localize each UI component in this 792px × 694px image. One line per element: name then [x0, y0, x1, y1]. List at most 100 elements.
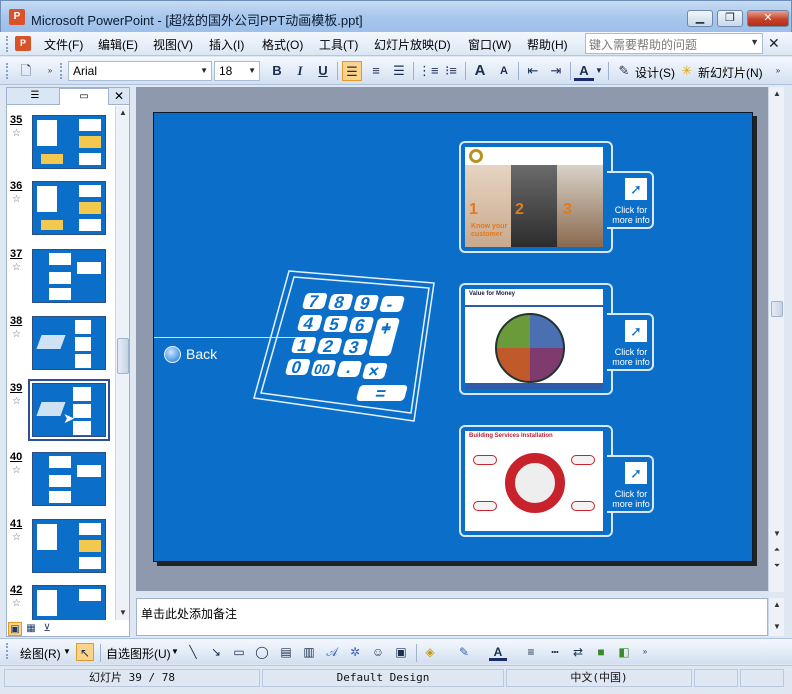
toolbar-grip[interactable] [6, 63, 9, 79]
tab-outline[interactable]: ☰ [11, 88, 59, 105]
toolbar-grip-2[interactable] [60, 63, 63, 79]
thumbnail-scrollbar[interactable]: ▲ ▼ [115, 106, 129, 620]
vertical-textbox-icon[interactable]: ▥ [300, 643, 318, 661]
align-right-button[interactable]: ☰ [389, 61, 409, 81]
new-slide-icon[interactable]: ✳ [677, 61, 697, 81]
bold-button[interactable]: B [267, 61, 287, 81]
menu-file[interactable]: 文件(F) [44, 36, 83, 53]
help-search-input[interactable]: 键入需要帮助的问题 ▼ [585, 33, 763, 54]
textbox-icon[interactable]: ▤ [277, 643, 295, 661]
info-card-value[interactable]: Value for Money ➚ Click for more info [459, 283, 654, 395]
toolbar-options-icon[interactable]: » [772, 61, 784, 81]
shrink-font-button[interactable]: A [494, 61, 514, 81]
scroll-up-icon[interactable]: ▲ [769, 87, 785, 101]
line-style-icon[interactable]: ≡ [522, 643, 540, 661]
draw-menu-button[interactable]: 绘图(R) [20, 645, 61, 662]
slideshow-view-icon[interactable]: ⊻ [40, 622, 54, 636]
oval-icon[interactable]: ◯ [253, 643, 271, 661]
next-slide-icon[interactable]: ⏷ [769, 559, 785, 573]
slide-thumbnail[interactable]: 38 ☆ [7, 313, 115, 373]
slide-thumbnail[interactable]: 41 ☆ [7, 516, 115, 576]
document-icon[interactable]: P [15, 36, 31, 51]
menu-window[interactable]: 窗口(W) [468, 36, 511, 53]
toolbar-options-icon[interactable]: » [44, 61, 56, 81]
notes-scrollbar[interactable]: ▲ ▼ [768, 598, 784, 636]
scroll-down-icon[interactable]: ▼ [769, 620, 785, 634]
click-for-more-tab[interactable]: ➚ Click for more info [607, 313, 654, 371]
slide-scrollbar[interactable]: ▲ ▼ ⏶ ⏷ [768, 87, 784, 592]
powerpoint-app-icon[interactable]: P [9, 9, 25, 25]
fill-color-icon[interactable]: ◈ [421, 643, 439, 661]
menu-format[interactable]: 格式(O) [262, 36, 303, 53]
slide-thumbnail[interactable]: 35 ☆ [7, 112, 115, 172]
italic-button[interactable]: I [290, 61, 310, 81]
font-color-icon[interactable]: A [489, 643, 507, 661]
underline-button[interactable]: U [313, 61, 333, 81]
align-center-button[interactable]: ≡ [366, 61, 386, 81]
clipart-icon[interactable]: ☺ [369, 643, 387, 661]
tab-slides[interactable]: ▭ [59, 88, 109, 105]
previous-slide-icon[interactable]: ⏶ [769, 543, 785, 557]
numbering-icon[interactable]: ⋮≡ [418, 61, 439, 81]
slide-thumbnail[interactable]: 40 ☆ [7, 449, 115, 509]
slide-sorter-view-icon[interactable]: ▦ [24, 622, 38, 636]
back-button[interactable]: Back [164, 344, 217, 364]
menu-view[interactable]: 视图(V) [153, 36, 193, 53]
line-icon[interactable]: ╲ [184, 643, 202, 661]
scroll-up-icon[interactable]: ▲ [116, 106, 130, 120]
rectangle-icon[interactable]: ▭ [230, 643, 248, 661]
chevron-down-icon[interactable]: ▼ [248, 66, 256, 75]
autoshapes-menu-button[interactable]: 自选图形(U) [106, 645, 171, 662]
menu-insert[interactable]: 插入(I) [209, 36, 244, 53]
design-button[interactable]: 设计(S) [635, 64, 675, 81]
info-card-services[interactable]: Building Services Installation ➚ Click f… [459, 425, 654, 537]
info-card-customer[interactable]: 1 2 3 Know your customer ➚ Click for mor… [459, 141, 654, 253]
slide-thumbnail-selected[interactable]: 39 ☆ ➤ [7, 379, 115, 441]
menu-slideshow[interactable]: 幻灯片放映(D) [374, 36, 451, 53]
chevron-down-icon[interactable]: ▼ [750, 37, 759, 47]
close-button[interactable]: ✕ [747, 10, 789, 27]
click-for-more-tab[interactable]: ➚ Click for more info [607, 455, 654, 513]
chevron-down-icon[interactable]: ▼ [171, 647, 179, 656]
toolbar-grip[interactable] [6, 643, 9, 659]
scroll-thumb[interactable] [117, 338, 129, 374]
normal-view-icon[interactable]: ▣ [8, 622, 22, 636]
scroll-down-icon[interactable]: ▼ [116, 606, 130, 620]
dash-style-icon[interactable]: ┅ [546, 643, 564, 661]
pane-close-icon[interactable]: ✕ [111, 88, 127, 105]
slide-thumbnail[interactable]: 42 ☆ [7, 582, 115, 620]
menu-grip[interactable] [6, 36, 9, 52]
select-pointer-icon[interactable]: ↖ [76, 643, 94, 661]
decrease-indent-icon[interactable]: ⇤ [523, 61, 543, 81]
scroll-down-icon[interactable]: ▼ [769, 527, 785, 541]
scroll-up-icon[interactable]: ▲ [769, 598, 785, 612]
picture-icon[interactable]: ▣ [392, 643, 410, 661]
wordart-icon[interactable]: 𝒜 [323, 643, 341, 661]
document-close-icon[interactable]: ✕ [768, 35, 780, 52]
new-document-icon[interactable]: 🗋 [16, 61, 36, 81]
diagram-icon[interactable]: ✲ [346, 643, 364, 661]
minimize-button[interactable]: ▁ [687, 10, 713, 27]
notes-pane[interactable]: 单击此处添加备注 [136, 598, 768, 636]
menu-edit[interactable]: 编辑(E) [98, 36, 138, 53]
menu-help[interactable]: 帮助(H) [527, 36, 568, 53]
current-slide[interactable]: Back 7 8 9 - 4 5 6 ÷ 1 2 3 + × 0 00 . = … [153, 112, 753, 562]
click-for-more-tab[interactable]: ➚ Click for more info [607, 171, 654, 229]
new-slide-button[interactable]: 新幻灯片(N) [698, 64, 763, 81]
align-left-button[interactable]: ☰ [342, 61, 362, 81]
font-name-select[interactable]: Arial ▼ [68, 61, 212, 81]
chevron-down-icon[interactable]: ▼ [63, 647, 71, 656]
shadow-style-icon[interactable]: ■ [592, 643, 610, 661]
line-color-icon[interactable]: ✎ [455, 643, 473, 661]
toolbar-options-icon[interactable]: » [640, 643, 650, 661]
menu-tools[interactable]: 工具(T) [319, 36, 358, 53]
bullets-icon[interactable]: ⁝≡ [441, 61, 461, 81]
scroll-thumb[interactable] [771, 301, 783, 317]
font-color-button[interactable]: A [574, 61, 594, 81]
grow-font-button[interactable]: A [470, 61, 490, 81]
design-icon[interactable]: ✎ [614, 61, 634, 81]
increase-indent-icon[interactable]: ⇥ [546, 61, 566, 81]
slide-thumbnail[interactable]: 36 ☆ [7, 178, 115, 238]
font-size-select[interactable]: 18 ▼ [214, 61, 260, 81]
slide-thumbnail[interactable]: 37 ☆ [7, 246, 115, 306]
